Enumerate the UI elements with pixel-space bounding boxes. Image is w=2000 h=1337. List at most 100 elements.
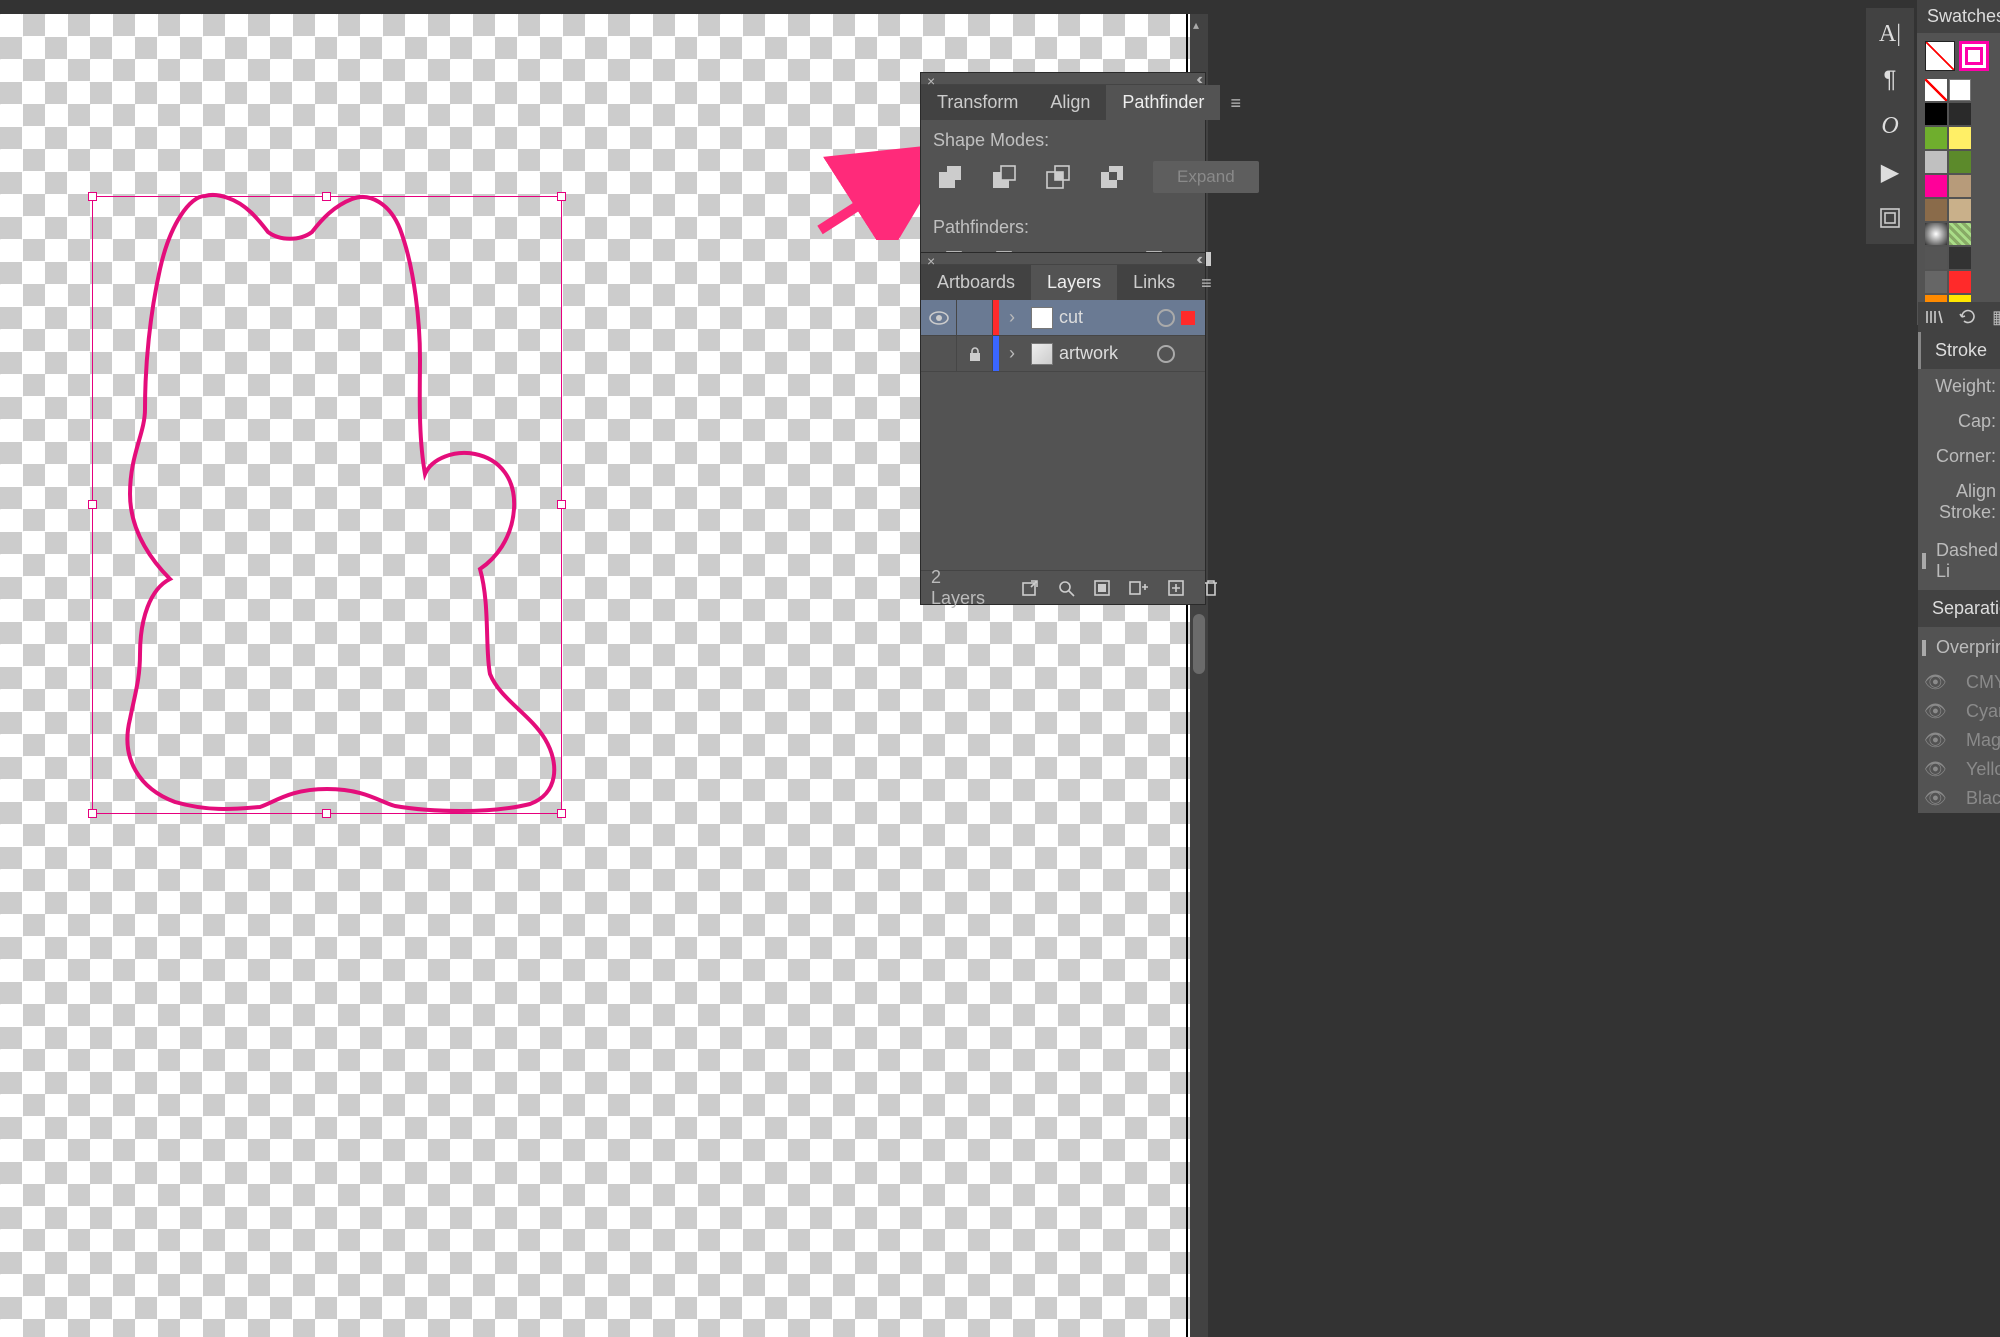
character-panel-icon[interactable]: A| [1876, 20, 1904, 48]
lock-toggle[interactable] [957, 300, 993, 335]
swatch[interactable] [1925, 151, 1947, 173]
tab-layers[interactable]: Layers [1031, 265, 1117, 300]
stroke-swatch[interactable] [1959, 41, 1989, 71]
tab-artboards[interactable]: Artboards [921, 265, 1031, 300]
swatch[interactable] [1925, 103, 1947, 125]
swatch[interactable] [1949, 103, 1971, 125]
swatch-none[interactable] [1925, 79, 1947, 101]
ink-row-yellow[interactable]: 👁 Yello [1918, 755, 2000, 784]
close-icon[interactable]: × [927, 73, 935, 89]
bbox-handle-bc[interactable] [322, 809, 331, 818]
target-icon[interactable] [1157, 309, 1175, 327]
visibility-toggle[interactable] [921, 300, 957, 335]
layer-name-label[interactable]: cut [1059, 307, 1157, 328]
layer-row-artwork[interactable]: › artwork [921, 336, 1205, 372]
grid-icon[interactable]: ▦ [1992, 306, 2000, 328]
ink-label: Yello [1966, 759, 2000, 780]
library-icon[interactable] [1924, 306, 1944, 328]
visibility-toggle[interactable] [921, 336, 957, 371]
lock-toggle[interactable] [957, 336, 993, 371]
minus-front-button[interactable] [991, 162, 1017, 192]
eye-icon[interactable]: 👁 [1924, 730, 1946, 751]
selection-indicator[interactable] [1181, 347, 1195, 361]
tab-links[interactable]: Links [1117, 265, 1191, 300]
panel-menu-icon[interactable]: ≡ [1191, 265, 1222, 300]
close-icon[interactable]: × [927, 253, 935, 269]
layer-row-cut[interactable]: › cut [921, 300, 1205, 336]
actions-panel-icon[interactable]: ▶ [1876, 158, 1904, 186]
swatch-grid [1925, 79, 1992, 317]
swatch[interactable] [1925, 127, 1947, 149]
tab-pathfinder[interactable]: Pathfinder [1106, 85, 1220, 120]
scroll-up-icon[interactable]: ▴ [1193, 18, 1199, 32]
swatch[interactable] [1949, 247, 1971, 269]
checkbox-icon[interactable] [1922, 553, 1926, 569]
ink-label: Cyan [1966, 701, 2000, 722]
swatch[interactable] [1925, 175, 1947, 197]
refresh-icon[interactable] [1958, 306, 1978, 328]
bbox-handle-br[interactable] [557, 809, 566, 818]
dashed-line-checkbox[interactable]: Dashed Li [1918, 530, 2000, 592]
swatch[interactable] [1949, 175, 1971, 197]
ink-row-magenta[interactable]: 👁Mage [1918, 726, 2000, 755]
locate-icon[interactable] [1057, 577, 1075, 599]
exclude-button[interactable] [1099, 162, 1125, 192]
swatch[interactable] [1949, 79, 1971, 101]
tab-transform[interactable]: Transform [921, 85, 1034, 120]
eye-icon[interactable]: 👁 [1924, 788, 1946, 809]
swatch[interactable] [1949, 127, 1971, 149]
selection-indicator[interactable] [1181, 311, 1195, 325]
stroke-title: Stroke [1918, 332, 2000, 369]
ink-row-cmyk[interactable]: 👁CMYK [1918, 668, 2000, 697]
layers-titlebar[interactable]: × ‹‹ [921, 253, 1205, 265]
checkbox-icon[interactable] [1922, 640, 1926, 656]
swatch-pattern[interactable] [1949, 223, 1971, 245]
bbox-handle-mr[interactable] [557, 500, 566, 509]
eye-icon[interactable]: 👁 [1924, 701, 1946, 722]
bbox-handle-bl[interactable] [88, 809, 97, 818]
panel-titlebar[interactable]: × ‹‹ [921, 73, 1205, 85]
new-sublayer-icon[interactable] [1129, 577, 1149, 599]
swatch-pattern[interactable] [1925, 223, 1947, 245]
bbox-handle-tr[interactable] [557, 192, 566, 201]
swatch[interactable] [1949, 271, 1971, 293]
overprint-checkbox[interactable]: Overprint [1918, 627, 2000, 668]
swatch[interactable] [1949, 199, 1971, 221]
disclosure-icon[interactable]: › [999, 336, 1025, 371]
collapse-icon[interactable]: ‹‹ [1196, 251, 1199, 269]
app-top-bar [0, 0, 2000, 14]
clip-mask-icon[interactable] [1093, 577, 1111, 599]
bbox-handle-ml[interactable] [88, 500, 97, 509]
weight-label: Weight: [1918, 369, 2000, 404]
ink-row-cyan[interactable]: 👁 Cyan [1918, 697, 2000, 726]
layer-name-label[interactable]: artwork [1059, 343, 1157, 364]
target-icon[interactable] [1157, 345, 1175, 363]
intersect-button[interactable] [1045, 162, 1071, 192]
canvas-vscrollbar-thumb[interactable] [1193, 614, 1205, 674]
fill-none-swatch[interactable] [1925, 41, 1955, 71]
swatch[interactable] [1925, 199, 1947, 221]
tab-align[interactable]: Align [1034, 85, 1106, 120]
eye-icon[interactable]: 👁 [1924, 672, 1946, 693]
shape-modes-label: Shape Modes: [921, 120, 1205, 157]
swatch-folder[interactable] [1925, 271, 1947, 293]
swatch[interactable] [1949, 151, 1971, 173]
artboards-panel-icon[interactable] [1876, 204, 1904, 232]
panel-menu-icon[interactable]: ≡ [1220, 85, 1251, 120]
layers-tabbar: Artboards Layers Links ≡ [921, 265, 1205, 300]
new-layer-icon[interactable] [1167, 577, 1185, 599]
unite-button[interactable] [937, 162, 963, 192]
bbox-handle-tc[interactable] [322, 192, 331, 201]
opentype-panel-icon[interactable]: O [1876, 112, 1904, 140]
swatch[interactable] [1925, 247, 1947, 269]
selection-bounding-box[interactable] [92, 196, 562, 814]
expand-button[interactable]: Expand [1153, 161, 1259, 193]
delete-icon[interactable] [1203, 577, 1219, 599]
ink-row-black[interactable]: 👁Black [1918, 784, 2000, 813]
disclosure-icon[interactable]: › [999, 300, 1025, 335]
eye-icon[interactable]: 👁 [1924, 759, 1946, 780]
paragraph-panel-icon[interactable]: ¶ [1876, 66, 1904, 94]
collapse-icon[interactable]: ‹‹ [1196, 71, 1199, 89]
export-icon[interactable] [1021, 577, 1039, 599]
bbox-handle-tl[interactable] [88, 192, 97, 201]
